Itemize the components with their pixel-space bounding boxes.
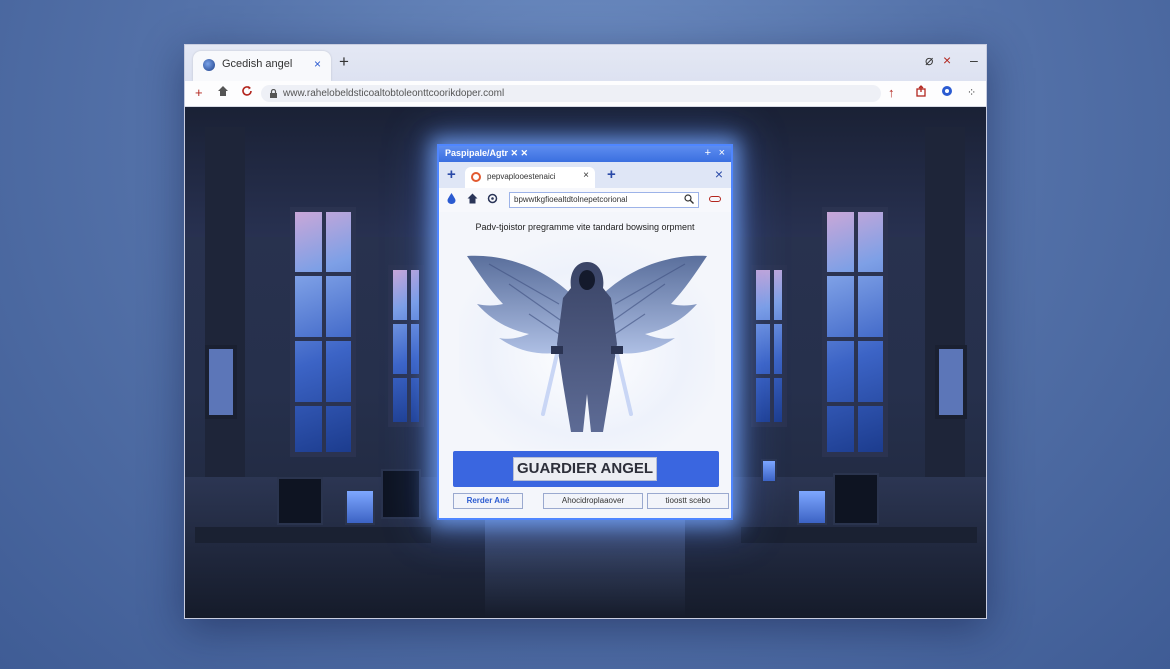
- inner-new-tab-button[interactable]: +: [447, 167, 456, 182]
- inner-add-tab-button[interactable]: +: [607, 167, 616, 182]
- computer-monitor: [345, 489, 375, 525]
- wall-pillar: [925, 127, 965, 487]
- browser-window: Gcedish angel × + ⌀ × – + www.rahelobeld…: [184, 44, 987, 619]
- wall-picture: [935, 345, 967, 419]
- inner-window-close-button[interactable]: ×: [719, 147, 725, 159]
- inner-address-bar[interactable]: bpwwtkgfioealtdtolnepetcorional: [509, 192, 699, 208]
- page-heading: Padv-tjoistor pregramme vite tandard bow…: [475, 222, 695, 232]
- menu-icon[interactable]: ⁘: [967, 85, 976, 101]
- page-content: Paspipale/Agtr ✕ ✕ + × + pepvaplooestena…: [185, 107, 986, 618]
- hero-banner: GUARDIER ANGEL: [453, 451, 719, 487]
- room-window: [290, 207, 356, 457]
- extension-icon[interactable]: [941, 85, 953, 101]
- close-window-button[interactable]: ×: [943, 53, 951, 67]
- inner-browser-window: Paspipale/Agtr ✕ ✕ + × + pepvaplooestena…: [437, 144, 733, 520]
- address-bar[interactable]: www.rahelobeldsticoaltobtoleonttcoorikdo…: [261, 85, 881, 102]
- computer-monitor: [761, 459, 777, 483]
- lock-icon: [269, 85, 278, 102]
- computer-monitor: [277, 477, 323, 525]
- reload-icon[interactable]: [241, 85, 253, 101]
- inner-titlebar: Paspipale/Agtr ✕ ✕ + ×: [439, 146, 731, 162]
- droplet-icon[interactable]: [447, 193, 456, 208]
- minimize-button[interactable]: –: [970, 53, 978, 67]
- inner-toolbar: bpwwtkgfioealtdtolnepetcorional: [439, 188, 731, 212]
- tab-close-icon[interactable]: ×: [314, 57, 321, 71]
- room-window: [751, 265, 787, 427]
- globe-icon: [203, 59, 215, 71]
- banner-title: GUARDIER ANGEL: [513, 457, 657, 481]
- new-tab-button[interactable]: +: [339, 53, 349, 70]
- wall-picture: [205, 345, 237, 419]
- pin-icon[interactable]: ⌀: [925, 53, 933, 67]
- render-button[interactable]: Rerder Ané: [453, 493, 523, 509]
- computer-monitor: [797, 489, 827, 525]
- browser-tab[interactable]: Gcedish angel ×: [193, 51, 331, 81]
- tab-title: Gcedish angel: [222, 58, 293, 70]
- computer-monitor: [381, 469, 421, 519]
- inner-address-text: bpwwtkgfioealtdtolnepetcorional: [514, 195, 628, 204]
- minus-icon[interactable]: [709, 193, 721, 205]
- inner-browser-tab[interactable]: pepvaplooestenaici ×: [465, 167, 595, 188]
- room-window: [822, 207, 888, 457]
- inner-tab-title: pepvaplooestenaici: [487, 172, 556, 181]
- inner-tab-close-icon[interactable]: ×: [583, 170, 589, 181]
- desk: [195, 527, 431, 543]
- home-icon[interactable]: [217, 85, 229, 101]
- settings-button[interactable]: tioostt scebo: [647, 493, 729, 509]
- guardian-angel-illustration: [459, 234, 715, 449]
- address-text: www.rahelobeldsticoaltobtoleonttcoorikdo…: [283, 88, 505, 99]
- browser-toolbar: + www.rahelobeldsticoaltobtoleonttcoorik…: [185, 81, 986, 107]
- room-window: [388, 265, 424, 427]
- wall-pillar: [205, 127, 245, 487]
- options-button[interactable]: Ahocidroplaaover: [543, 493, 643, 509]
- download-icon[interactable]: ↑: [888, 85, 895, 101]
- plus-icon[interactable]: +: [195, 85, 203, 101]
- globe-icon: [471, 172, 481, 182]
- inner-tab-strip: + pepvaplooestenaici × + ×: [439, 162, 731, 188]
- computer-monitor: [833, 473, 879, 525]
- tab-strip: Gcedish angel × + ⌀ × –: [185, 45, 986, 81]
- share-icon[interactable]: [915, 85, 927, 101]
- inner-window-title: Paspipale/Agtr ✕ ✕: [445, 148, 529, 158]
- inner-close-icon[interactable]: ×: [715, 166, 723, 182]
- search-icon[interactable]: [684, 194, 694, 207]
- home-icon[interactable]: [467, 193, 478, 208]
- reload-icon[interactable]: [487, 193, 498, 208]
- desk: [741, 527, 977, 543]
- inner-plus-button[interactable]: +: [705, 147, 711, 159]
